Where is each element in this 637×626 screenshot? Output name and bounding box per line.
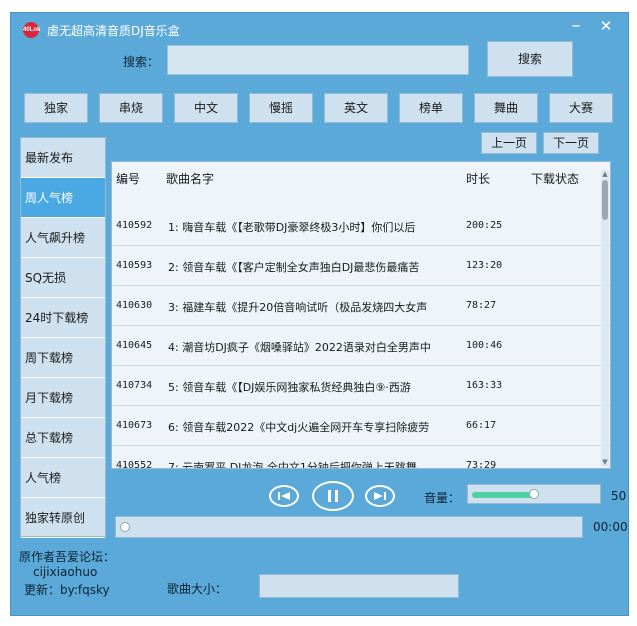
app-title: 虐无超高清音质DJ音乐盒 bbox=[47, 24, 180, 38]
sidebar-item-weekly-popular[interactable]: 周人气榜 bbox=[21, 178, 105, 218]
table-scrollbar[interactable]: ▲ ▼ bbox=[601, 170, 609, 466]
cell-name: 2: 领音车载《【客户定制全女声独白DJ最悲伤最痛苦 bbox=[168, 261, 420, 274]
cell-id: 410630 bbox=[116, 300, 153, 311]
next-track-button[interactable] bbox=[365, 485, 395, 507]
sidebar-item-rising[interactable]: 人气飙升榜 bbox=[21, 218, 105, 258]
header-id[interactable]: 编号 bbox=[116, 170, 140, 187]
category-button-contest[interactable]: 大赛 bbox=[549, 93, 613, 123]
cell-duration: 66:17 bbox=[466, 420, 497, 431]
cell-name: 3: 福建车载《提升20倍音响试听（极品发烧四大女声 bbox=[168, 301, 428, 314]
category-button-exclusive[interactable]: 独家 bbox=[24, 93, 88, 123]
author-name: cijixiaohuo bbox=[33, 565, 98, 579]
next-track-icon bbox=[374, 492, 386, 500]
sidebar-item-total-downloads[interactable]: 总下载榜 bbox=[21, 418, 105, 458]
cell-name: 7: 云南罗平 DJ龙泡 全中文1分钟后把你弹上天跳舞 bbox=[168, 461, 417, 469]
pause-button[interactable] bbox=[312, 481, 354, 511]
cell-id: 410673 bbox=[116, 420, 153, 431]
table-row[interactable]: 410645 4: 潮音坊DJ疯子《烟嗓驿站》2022语录对白全男声中 100:… bbox=[112, 326, 610, 366]
sidebar-item-popularity[interactable]: 人气榜 bbox=[21, 458, 105, 498]
song-table: 编号 歌曲名字 时长 下载状态 410592 1: 嗨音车载《【老歌带DJ豪翠终… bbox=[111, 161, 611, 469]
minimize-button[interactable]: – bbox=[565, 15, 587, 36]
category-button-medley[interactable]: 串烧 bbox=[99, 93, 163, 123]
category-button-slow[interactable]: 慢摇 bbox=[249, 93, 313, 123]
scroll-down-icon[interactable]: ▼ bbox=[601, 458, 609, 466]
sidebar-item-monthly-downloads[interactable]: 月下载榜 bbox=[21, 378, 105, 418]
scroll-thumb[interactable] bbox=[602, 180, 608, 220]
header-name[interactable]: 歌曲名字 bbox=[166, 170, 214, 187]
volume-value: 50 bbox=[611, 489, 627, 503]
search-label: 搜索： bbox=[123, 55, 160, 69]
progress-knob[interactable] bbox=[120, 522, 130, 532]
cell-id: 410645 bbox=[116, 340, 153, 351]
category-button-english[interactable]: 英文 bbox=[324, 93, 388, 123]
volume-fill bbox=[472, 492, 534, 498]
playback-time: 00:00 bbox=[593, 520, 628, 534]
app-logo-icon: 40Lok bbox=[23, 22, 40, 38]
table-row[interactable]: 410552 7: 云南罗平 DJ龙泡 全中文1分钟后把你弹上天跳舞 73:29 bbox=[112, 446, 610, 469]
pause-icon bbox=[328, 490, 338, 502]
table-row[interactable]: 410630 3: 福建车载《提升20倍音响试听（极品发烧四大女声 78:27 bbox=[112, 286, 610, 326]
volume-knob[interactable] bbox=[529, 489, 539, 499]
header-duration[interactable]: 时长 bbox=[466, 170, 490, 187]
sidebar-item-exclusive-original[interactable]: 独家转原创 bbox=[21, 498, 105, 538]
sidebar-item-24h-downloads[interactable]: 24时下载榜 bbox=[21, 298, 105, 338]
category-button-dance[interactable]: 舞曲 bbox=[474, 93, 538, 123]
cell-name: 6: 领音车载2022《中文dj火遍全网开车专享扫除疲劳 bbox=[168, 421, 430, 434]
scroll-up-icon[interactable]: ▲ bbox=[601, 170, 609, 178]
close-button[interactable]: ✕ bbox=[595, 17, 617, 35]
author-label: 原作者吾爱论坛： bbox=[19, 550, 116, 564]
update-text: 更新：by:fqsky bbox=[24, 583, 110, 597]
cell-duration: 100:46 bbox=[466, 340, 503, 351]
header-status[interactable]: 下载状态 bbox=[531, 170, 579, 187]
sidebar-item-latest[interactable]: 最新发布 bbox=[21, 138, 105, 178]
cell-duration: 123:20 bbox=[466, 260, 503, 271]
progress-slider[interactable] bbox=[115, 516, 583, 538]
category-button-chinese[interactable]: 中文 bbox=[174, 93, 238, 123]
cell-name: 5: 领音车载《【DJ娱乐网独家私货经典独白⑨·西游 bbox=[168, 381, 411, 394]
volume-slider[interactable] bbox=[467, 484, 601, 504]
previous-track-button[interactable] bbox=[269, 485, 299, 507]
sidebar: 最新发布 周人气榜 人气飙升榜 SQ无损 24时下载榜 周下载榜 月下载榜 总下… bbox=[20, 137, 106, 538]
table-row[interactable]: 410593 2: 领音车载《【客户定制全女声独白DJ最悲伤最痛苦 123:20 bbox=[112, 246, 610, 286]
song-size-label: 歌曲大小： bbox=[167, 582, 228, 596]
cell-id: 410593 bbox=[116, 260, 153, 271]
table-row[interactable]: 410592 1: 嗨音车载《【老歌带DJ豪翠终极3小时】你们以后 200:25 bbox=[112, 206, 610, 246]
cell-duration: 78:27 bbox=[466, 300, 497, 311]
cell-id: 410552 bbox=[116, 460, 153, 469]
prev-page-button[interactable]: 上一页 bbox=[481, 132, 537, 154]
cell-duration: 73:29 bbox=[466, 460, 497, 469]
song-size-field bbox=[259, 574, 459, 598]
cell-duration: 200:25 bbox=[466, 220, 503, 231]
table-row[interactable]: 410734 5: 领音车载《【DJ娱乐网独家私货经典独白⑨·西游 163:33 bbox=[112, 366, 610, 406]
cell-id: 410734 bbox=[116, 380, 153, 391]
sidebar-item-weekly-downloads[interactable]: 周下载榜 bbox=[21, 338, 105, 378]
cell-name: 4: 潮音坊DJ疯子《烟嗓驿站》2022语录对白全男声中 bbox=[168, 341, 431, 354]
search-input[interactable] bbox=[167, 45, 469, 75]
cell-id: 410592 bbox=[116, 220, 153, 231]
app-window: 40Lok 虐无超高清音质DJ音乐盒 – ✕ 搜索： 搜索 独家 串烧 中文 慢… bbox=[10, 12, 629, 616]
next-page-button[interactable]: 下一页 bbox=[543, 132, 599, 154]
cell-name: 1: 嗨音车载《【老歌带DJ豪翠终极3小时】你们以后 bbox=[168, 221, 416, 234]
cell-duration: 163:33 bbox=[466, 380, 503, 391]
volume-label: 音量： bbox=[424, 491, 461, 505]
table-header: 编号 歌曲名字 时长 下载状态 bbox=[112, 162, 610, 192]
sidebar-item-sq-lossless[interactable]: SQ无损 bbox=[21, 258, 105, 298]
table-row[interactable]: 410673 6: 领音车载2022《中文dj火遍全网开车专享扫除疲劳 66:1… bbox=[112, 406, 610, 446]
search-button[interactable]: 搜索 bbox=[487, 41, 573, 77]
previous-track-icon bbox=[278, 492, 290, 500]
category-button-charts[interactable]: 榜单 bbox=[399, 93, 463, 123]
